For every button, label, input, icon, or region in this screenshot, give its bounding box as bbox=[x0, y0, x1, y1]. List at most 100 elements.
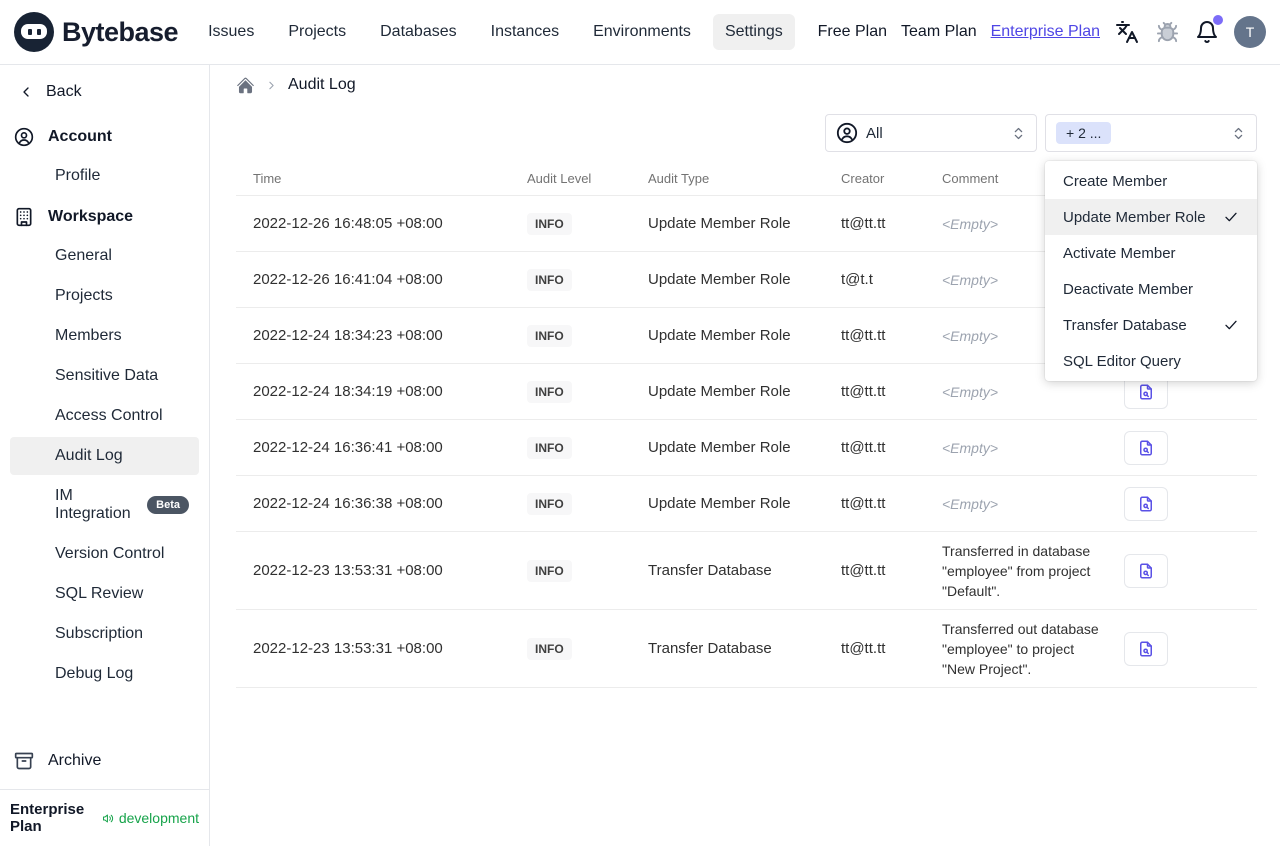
bytebase-logo[interactable]: Bytebase bbox=[14, 12, 179, 52]
audit-level-badge: INFO bbox=[527, 638, 572, 660]
sidebar-item-archive[interactable]: Archive bbox=[0, 739, 209, 783]
sidebar-item-access-control[interactable]: Access Control bbox=[10, 397, 199, 435]
audit-time: 2022-12-24 16:36:38 +08:00 bbox=[253, 495, 443, 512]
team-plan-link[interactable]: Team Plan bbox=[901, 23, 977, 41]
section-account-label: Account bbox=[48, 128, 112, 145]
sidebar-item-im-integration[interactable]: IM Integration Beta bbox=[10, 477, 199, 533]
nav-projects[interactable]: Projects bbox=[276, 14, 358, 50]
audit-time: 2022-12-26 16:48:05 +08:00 bbox=[253, 215, 443, 232]
sidebar-footer: Enterprise Plan development bbox=[0, 789, 209, 846]
menu-item-label: Update Member Role bbox=[1063, 208, 1206, 226]
im-integration-label: IM Integration bbox=[55, 487, 131, 522]
section-account: Account bbox=[0, 117, 209, 157]
language-icon[interactable] bbox=[1114, 19, 1140, 45]
back-button[interactable]: Back bbox=[0, 73, 209, 111]
audit-time: 2022-12-23 13:53:31 +08:00 bbox=[253, 562, 443, 579]
sidebar-item-sql-review[interactable]: SQL Review bbox=[10, 575, 199, 613]
file-search-icon bbox=[1140, 440, 1152, 455]
audit-type-filter-value: + 2 ... bbox=[1056, 122, 1112, 144]
settings-sidebar: Back Account Profile Workspace General P… bbox=[0, 65, 210, 846]
menu-item-deactivate-member[interactable]: Deactivate Member bbox=[1045, 271, 1257, 307]
nav-issues[interactable]: Issues bbox=[196, 14, 266, 50]
creator-filter-select[interactable]: All bbox=[825, 114, 1037, 152]
table-row: 2022-12-24 16:36:41 +08:00 INFO Update M… bbox=[236, 419, 1257, 475]
sidebar-item-debug-log[interactable]: Debug Log bbox=[10, 655, 199, 693]
top-navbar: Bytebase Issues Projects Databases Insta… bbox=[0, 0, 1280, 65]
brand-name: Bytebase bbox=[62, 16, 179, 47]
view-detail-button[interactable] bbox=[1124, 486, 1168, 521]
notifications-bell-icon[interactable] bbox=[1194, 15, 1223, 45]
audit-level-badge: INFO bbox=[527, 269, 572, 291]
audit-type: Transfer Database bbox=[648, 562, 772, 579]
nav-settings[interactable]: Settings bbox=[712, 14, 795, 50]
main-nav: Issues Projects Databases Instances Envi… bbox=[196, 14, 795, 50]
col-creator: Creator bbox=[841, 171, 885, 186]
view-detail-button[interactable] bbox=[1124, 631, 1168, 666]
audit-creator: tt@tt.tt bbox=[841, 383, 886, 400]
audit-time: 2022-12-24 18:34:19 +08:00 bbox=[253, 383, 443, 400]
bytebase-logo-icon bbox=[14, 12, 54, 52]
audit-creator: tt@tt.tt bbox=[841, 215, 886, 232]
sidebar-item-general[interactable]: General bbox=[10, 237, 199, 275]
table-row: 2022-12-24 16:36:38 +08:00 INFO Update M… bbox=[236, 475, 1257, 531]
audit-time: 2022-12-24 18:34:23 +08:00 bbox=[253, 327, 443, 344]
person-circle-icon bbox=[836, 122, 858, 144]
menu-item-sql-editor-query[interactable]: SQL Editor Query bbox=[1045, 343, 1257, 379]
menu-item-update-member-role[interactable]: Update Member Role bbox=[1045, 199, 1257, 235]
audit-time: 2022-12-24 16:36:41 +08:00 bbox=[253, 439, 443, 456]
nav-environments[interactable]: Environments bbox=[581, 14, 703, 50]
archive-icon bbox=[14, 752, 34, 770]
audit-type: Update Member Role bbox=[648, 495, 791, 512]
audit-comment: <Empty> bbox=[942, 495, 999, 512]
audit-creator: tt@tt.tt bbox=[841, 640, 886, 657]
audit-level-badge: INFO bbox=[527, 560, 572, 582]
sidebar-item-projects[interactable]: Projects bbox=[10, 277, 199, 315]
sidebar-item-profile[interactable]: Profile bbox=[10, 157, 199, 195]
back-label: Back bbox=[46, 83, 82, 100]
free-plan-link[interactable]: Free Plan bbox=[818, 23, 887, 41]
sidebar-item-audit-log[interactable]: Audit Log bbox=[10, 437, 199, 475]
bug-report-icon[interactable] bbox=[1154, 19, 1180, 45]
audit-type: Update Member Role bbox=[648, 271, 791, 288]
menu-item-transfer-database[interactable]: Transfer Database bbox=[1045, 307, 1257, 343]
file-search-icon bbox=[1140, 496, 1152, 511]
audit-type: Update Member Role bbox=[648, 439, 791, 456]
breadcrumb-chevron-icon bbox=[269, 81, 274, 89]
user-avatar[interactable]: T bbox=[1234, 16, 1266, 48]
audit-creator: tt@tt.tt bbox=[841, 495, 886, 512]
audit-type: Transfer Database bbox=[648, 640, 772, 657]
home-icon[interactable] bbox=[236, 76, 255, 95]
nav-databases[interactable]: Databases bbox=[368, 14, 469, 50]
view-detail-button[interactable] bbox=[1124, 430, 1168, 465]
audit-type: Update Member Role bbox=[648, 215, 791, 232]
nav-instances[interactable]: Instances bbox=[479, 14, 571, 50]
menu-item-activate-member[interactable]: Activate Member bbox=[1045, 235, 1257, 271]
building-icon bbox=[16, 207, 32, 227]
audit-log-page: Audit Log All + 2 ... Time Audit Level A… bbox=[210, 65, 1280, 846]
audit-type: Update Member Role bbox=[648, 383, 791, 400]
user-circle-icon bbox=[14, 127, 34, 147]
archive-label: Archive bbox=[48, 752, 102, 769]
environment-mode-label: development bbox=[118, 810, 199, 826]
menu-item-label: SQL Editor Query bbox=[1063, 352, 1181, 370]
audit-level-badge: INFO bbox=[527, 213, 572, 235]
file-search-icon bbox=[1140, 563, 1152, 578]
navbar-right: Free Plan Team Plan Enterprise Plan T bbox=[818, 15, 1266, 48]
audit-level-badge: INFO bbox=[527, 325, 572, 347]
sidebar-item-sensitive-data[interactable]: Sensitive Data bbox=[10, 357, 199, 395]
sidebar-item-subscription[interactable]: Subscription bbox=[10, 615, 199, 653]
audit-creator: tt@tt.tt bbox=[841, 562, 886, 579]
menu-item-create-member[interactable]: Create Member bbox=[1045, 163, 1257, 199]
file-search-icon bbox=[1140, 384, 1152, 399]
sidebar-item-members[interactable]: Members bbox=[10, 317, 199, 355]
chevron-updown-icon bbox=[1234, 127, 1243, 139]
col-audit-level: Audit Level bbox=[527, 171, 592, 186]
enterprise-plan-link[interactable]: Enterprise Plan bbox=[991, 23, 1100, 41]
audit-comment: Transferred in database "employee" from … bbox=[942, 542, 1091, 599]
menu-item-label: Transfer Database bbox=[1063, 316, 1187, 334]
audit-type-filter-select[interactable]: + 2 ... bbox=[1045, 114, 1257, 152]
sidebar-item-version-control[interactable]: Version Control bbox=[10, 535, 199, 573]
audit-type-menu: Create Member Update Member Role Activat… bbox=[1045, 161, 1257, 381]
menu-item-label: Activate Member bbox=[1063, 244, 1176, 262]
view-detail-button[interactable] bbox=[1124, 553, 1168, 588]
